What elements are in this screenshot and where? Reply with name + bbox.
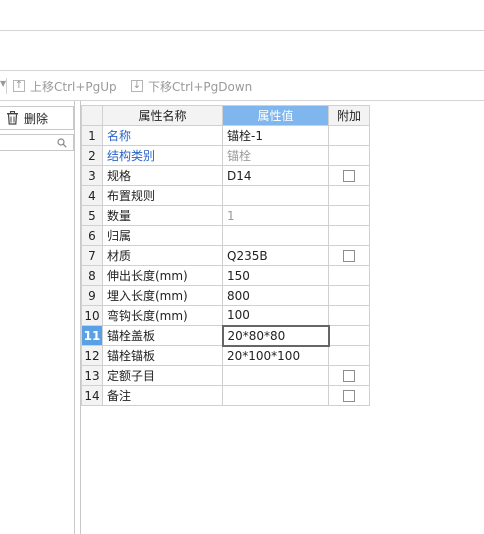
- arrow-up-icon: ↑: [13, 80, 25, 92]
- extra-checkbox[interactable]: [343, 250, 355, 262]
- property-name-cell: 名称: [102, 125, 223, 146]
- table-row[interactable]: 9 埋入长度(mm) 800: [81, 285, 370, 306]
- table-row[interactable]: 10 弯钩长度(mm) 100: [81, 305, 370, 326]
- delete-label: 删除: [24, 111, 49, 126]
- property-value-cell[interactable]: [222, 225, 329, 246]
- extra-cell: [328, 305, 370, 326]
- row-number[interactable]: 3: [81, 165, 103, 186]
- property-name-cell: 定额子目: [102, 365, 223, 386]
- toolbar-separator: [6, 78, 7, 94]
- extra-cell: [328, 345, 370, 366]
- search-input[interactable]: [0, 134, 74, 151]
- table-row[interactable]: 2 结构类别 锚栓: [81, 145, 370, 166]
- table-row[interactable]: 4 布置规则: [81, 185, 370, 206]
- table-row[interactable]: 7 材质 Q235B: [81, 245, 370, 266]
- property-name-cell: 材质: [102, 245, 223, 266]
- table-header-row: 属性名称 属性值 附加: [81, 105, 370, 126]
- table-row[interactable]: 12 锚栓锚板 20*100*100: [81, 345, 370, 366]
- property-name-cell: 备注: [102, 385, 223, 406]
- table-row[interactable]: 13 定额子目: [81, 365, 370, 386]
- delete-button[interactable]: 删除: [0, 106, 74, 130]
- row-number-header: [81, 105, 103, 126]
- row-number[interactable]: 4: [81, 185, 103, 206]
- row-number[interactable]: 1: [81, 125, 103, 146]
- property-name-cell: 锚栓锚板: [102, 345, 223, 366]
- property-table: 属性名称 属性值 附加 1 名称 锚栓-1 2 结构类别 锚栓 3 规格 D14 4 布置规则 5 数量…: [81, 105, 370, 406]
- property-value-cell[interactable]: 20*80*80: [221, 324, 330, 347]
- table-row[interactable]: 14 备注: [81, 385, 370, 406]
- row-number[interactable]: 12: [81, 345, 103, 366]
- property-name-cell: 锚栓盖板: [102, 325, 223, 346]
- extra-header[interactable]: 附加: [328, 105, 370, 126]
- row-number[interactable]: 10: [81, 305, 103, 326]
- table-row[interactable]: 6 归属: [81, 225, 370, 246]
- row-number[interactable]: 9: [81, 285, 103, 306]
- property-value-cell[interactable]: 20*100*100: [222, 345, 329, 366]
- extra-cell: [328, 245, 370, 266]
- table-row[interactable]: 5 数量 1: [81, 205, 370, 226]
- extra-cell: [328, 265, 370, 286]
- property-value-cell[interactable]: 锚栓: [222, 145, 329, 166]
- property-name-cell: 结构类别: [102, 145, 223, 166]
- property-value-cell[interactable]: [222, 365, 329, 386]
- property-value-cell[interactable]: D14: [222, 165, 329, 186]
- move-down-label: 下移Ctrl+PgDown: [148, 79, 253, 94]
- title-divider: [0, 30, 484, 31]
- property-name-cell: 弯钩长度(mm): [102, 305, 223, 326]
- toolbar-divider-bottom: [0, 100, 484, 101]
- extra-cell: [328, 165, 370, 186]
- extra-cell: [328, 185, 370, 206]
- extra-cell: [328, 365, 370, 386]
- extra-cell: [328, 325, 370, 346]
- row-number[interactable]: 13: [81, 365, 103, 386]
- property-value-cell[interactable]: 150: [222, 265, 329, 286]
- move-down-button[interactable]: ↓ 下移Ctrl+PgDown: [131, 76, 252, 96]
- panel-divider[interactable]: [74, 101, 75, 534]
- property-table-body: 1 名称 锚栓-1 2 结构类别 锚栓 3 规格 D14 4 布置规则 5 数量 1 6 归属 7 材质 Q235B…: [81, 125, 370, 406]
- table-row[interactable]: 1 名称 锚栓-1: [81, 125, 370, 146]
- row-number[interactable]: 2: [81, 145, 103, 166]
- property-name-cell: 伸出长度(mm): [102, 265, 223, 286]
- row-number[interactable]: 7: [81, 245, 103, 266]
- property-name-cell: 归属: [102, 225, 223, 246]
- extra-checkbox[interactable]: [343, 170, 355, 182]
- extra-checkbox[interactable]: [343, 390, 355, 402]
- move-up-button[interactable]: ↑ 上移Ctrl+PgUp: [13, 76, 117, 96]
- row-number[interactable]: 5: [81, 205, 103, 226]
- row-number[interactable]: 8: [81, 265, 103, 286]
- search-icon[interactable]: [57, 138, 67, 148]
- extra-cell: [328, 125, 370, 146]
- toolbar-divider-top: [0, 70, 484, 71]
- extra-cell: [328, 205, 370, 226]
- property-value-cell[interactable]: [222, 385, 329, 406]
- trash-icon: [7, 111, 18, 125]
- arrow-down-icon: ↓: [131, 80, 143, 92]
- property-value-cell[interactable]: Q235B: [222, 245, 329, 266]
- property-value-header[interactable]: 属性值: [222, 105, 329, 126]
- extra-cell: [328, 385, 370, 406]
- extra-cell: [328, 285, 370, 306]
- row-number[interactable]: 6: [81, 225, 103, 246]
- row-number[interactable]: 11: [81, 325, 103, 346]
- row-number[interactable]: 14: [81, 385, 103, 406]
- property-value-cell[interactable]: 100: [222, 305, 329, 326]
- extra-checkbox[interactable]: [343, 370, 355, 382]
- extra-cell: [328, 225, 370, 246]
- property-value-cell[interactable]: 1: [222, 205, 329, 226]
- property-value-cell[interactable]: 锚栓-1: [222, 125, 329, 146]
- move-up-label: 上移Ctrl+PgUp: [30, 79, 117, 94]
- property-value-cell[interactable]: 800: [222, 285, 329, 306]
- property-name-cell: 规格: [102, 165, 223, 186]
- extra-cell: [328, 145, 370, 166]
- property-name-cell: 布置规则: [102, 185, 223, 206]
- property-name-header[interactable]: 属性名称: [102, 105, 223, 126]
- table-row[interactable]: 11 锚栓盖板 20*80*80: [81, 324, 370, 347]
- table-row[interactable]: 8 伸出长度(mm) 150: [81, 265, 370, 286]
- table-row[interactable]: 3 规格 D14: [81, 165, 370, 186]
- property-name-cell: 埋入长度(mm): [102, 285, 223, 306]
- property-name-cell: 数量: [102, 205, 223, 226]
- property-value-cell[interactable]: [222, 185, 329, 206]
